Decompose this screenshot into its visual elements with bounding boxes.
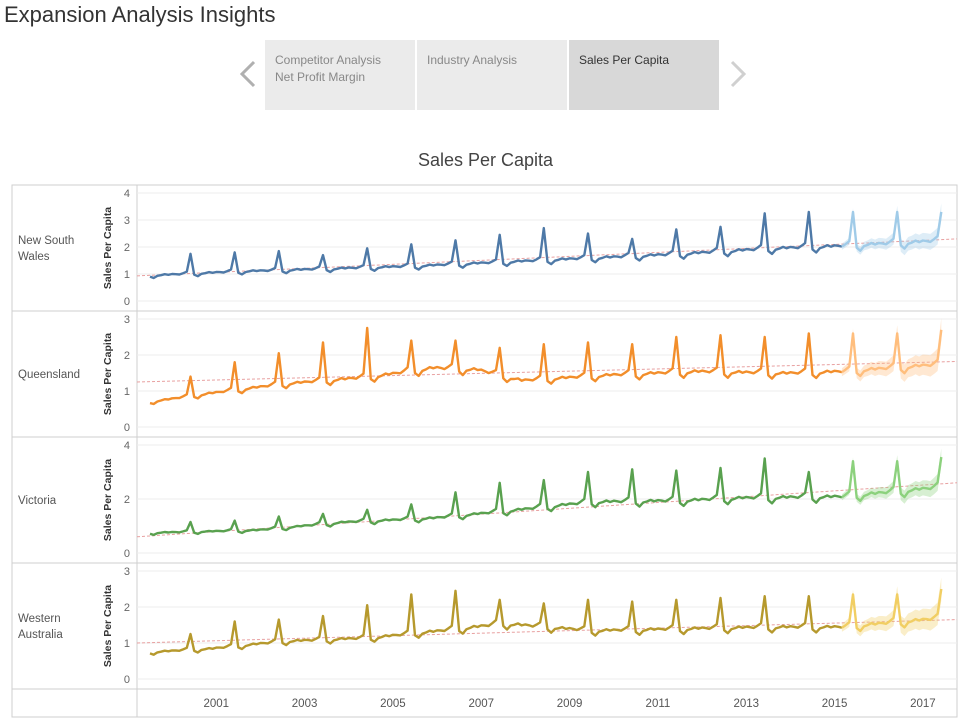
panel-western-australia: Western Australia Sales Per Capita 0 1 2 3	[12, 562, 958, 686]
y-tick-label: 1	[124, 386, 130, 398]
y-tick-label: 2	[124, 242, 130, 254]
y-axis-label: Sales Per Capita	[102, 207, 114, 289]
y-tick-label: 3	[124, 314, 130, 326]
y-axis-label: Sales Per Capita	[102, 459, 114, 541]
y-tick-label: 4	[124, 188, 130, 200]
x-tick-label: 2005	[380, 698, 406, 710]
x-tick-label: 2015	[822, 698, 848, 710]
row-label-line: Victoria	[18, 495, 57, 507]
y-tick-label: 4	[124, 440, 130, 452]
panel-new-south-wales: New South Wales Sales Per Capita 0 1 2 3 4	[18, 188, 958, 308]
series-line-actual	[149, 326, 843, 406]
x-tick-label: 2003	[292, 698, 318, 710]
series-line-actual	[149, 210, 843, 280]
chart-frame	[11, 184, 958, 718]
panel-victoria: Victoria Sales Per Capita 0 2 4	[12, 436, 958, 560]
y-tick-label: 3	[124, 215, 130, 227]
row-label-line: Wales	[18, 251, 50, 263]
y-axis-label: Sales Per Capita	[102, 333, 114, 415]
y-tick-label: 2	[124, 350, 130, 362]
sales-per-capita-chart: New South Wales Sales Per Capita 0 1 2 3 4 Queen…	[11, 184, 958, 718]
y-tick-label: 0	[124, 422, 130, 434]
y-tick-label: 2	[124, 494, 130, 506]
row-label: New South Wales	[18, 235, 74, 263]
y-tick-label: 3	[124, 566, 130, 578]
row-label-line: Australia	[18, 629, 63, 641]
x-tick-label: 2017	[910, 698, 936, 710]
y-axis-label: Sales Per Capita	[102, 585, 114, 667]
x-tick-label: 2009	[557, 698, 583, 710]
panel-queensland: Queensland Sales Per Capita 0 1 2 3	[12, 310, 958, 434]
x-tick-label: 2013	[733, 698, 759, 710]
x-tick-label: 2007	[468, 698, 494, 710]
y-tick-label: 0	[124, 674, 130, 686]
y-tick-label: 0	[124, 296, 130, 308]
series-line-actual	[149, 457, 843, 537]
y-tick-label: 2	[124, 602, 130, 614]
row-label: Queensland	[18, 369, 80, 381]
row-label: Western Australia	[18, 613, 63, 641]
row-label-line: New South	[18, 235, 74, 247]
x-tick-label: 2001	[203, 698, 229, 710]
y-tick-label: 1	[124, 269, 130, 281]
row-label-line: Western	[18, 613, 61, 625]
y-tick-label: 1	[124, 638, 130, 650]
x-tick-label: 2011	[646, 698, 671, 710]
row-label-line: Queensland	[18, 369, 80, 381]
series-line-actual	[149, 589, 843, 656]
y-tick-label: 0	[124, 548, 130, 560]
row-label: Victoria	[18, 495, 57, 507]
